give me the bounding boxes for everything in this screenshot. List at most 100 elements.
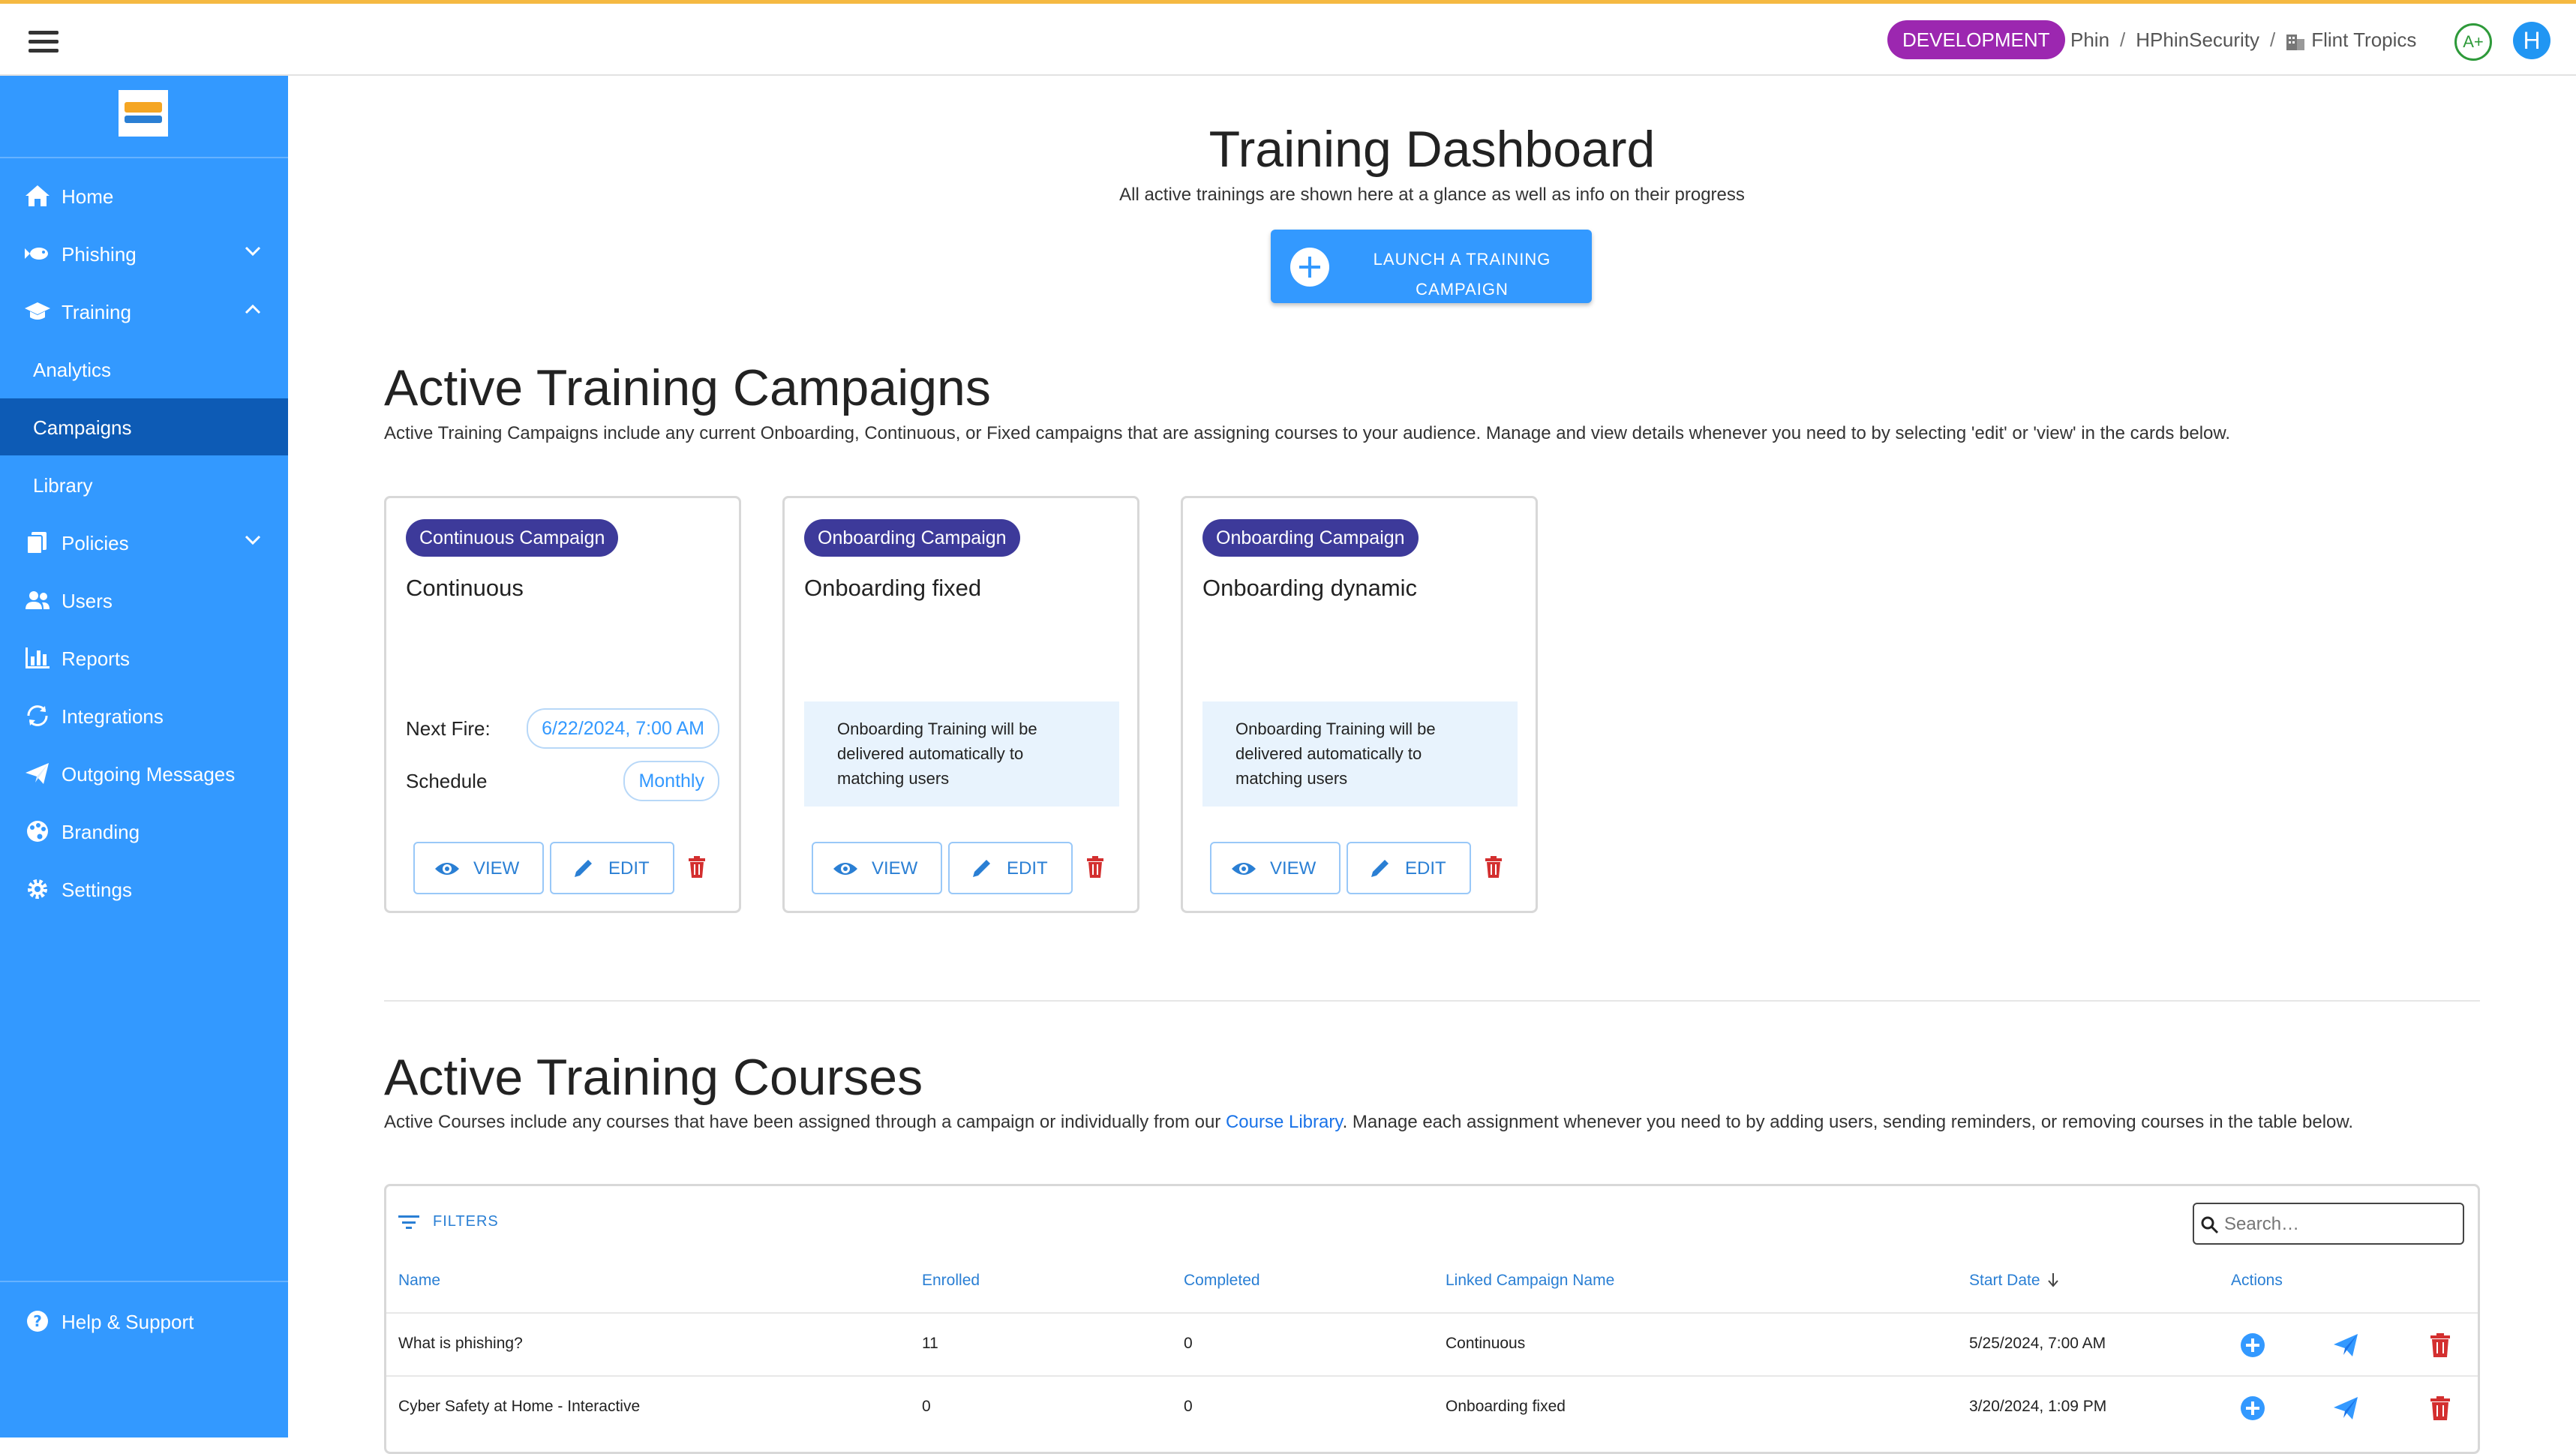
edit-button-label: EDIT: [1405, 858, 1446, 879]
course-name: Cyber Safety at Home - Interactive: [398, 1398, 641, 1415]
campaign-name: Continuous: [406, 575, 524, 601]
column-header-name[interactable]: Name: [398, 1272, 440, 1290]
sidebar: Home Phishing Training Analytics Campaig…: [0, 76, 288, 1437]
send-reminder-icon[interactable]: [2332, 1395, 2359, 1422]
search-field[interactable]: [2193, 1203, 2464, 1245]
table-row: What is phishing? 11 0 Continuous 5/25/2…: [386, 1312, 2478, 1377]
trash-icon[interactable]: [2427, 1395, 2454, 1422]
search-icon: [2201, 1216, 2219, 1234]
send-reminder-icon[interactable]: [2332, 1332, 2359, 1359]
sidebar-item-phishing[interactable]: Phishing: [0, 225, 288, 282]
next-fire-value: 6/22/2024, 7:00 AM: [527, 708, 719, 749]
campaigns-section-description: Active Training Campaigns include any cu…: [384, 423, 2231, 443]
trash-icon[interactable]: [1086, 856, 1104, 879]
next-fire-label: Next Fire:: [406, 717, 491, 740]
sidebar-item-analytics[interactable]: Analytics: [0, 341, 288, 398]
menu-icon[interactable]: [29, 31, 59, 53]
chevron-up-icon[interactable]: [245, 304, 261, 314]
schedule-label: Schedule: [406, 770, 488, 792]
sidebar-item-home[interactable]: Home: [0, 167, 288, 224]
completed-count: 0: [1184, 1398, 1193, 1415]
enrolled-count: 0: [922, 1398, 931, 1415]
column-header-actions: Actions: [2231, 1272, 2283, 1289]
start-date: 5/25/2024, 7:00 AM: [1969, 1335, 2106, 1352]
trash-icon[interactable]: [2427, 1332, 2454, 1359]
sidebar-item-users[interactable]: Users: [0, 572, 288, 629]
campaign-name: Onboarding dynamic: [1202, 575, 1418, 601]
bar-chart-icon: [26, 647, 50, 668]
course-library-link[interactable]: Course Library: [1226, 1112, 1343, 1132]
eye-icon: [435, 863, 459, 875]
sidebar-item-reports[interactable]: Reports: [0, 629, 288, 686]
courses-section-title: Active Training Courses: [384, 1049, 923, 1106]
chevron-down-icon[interactable]: [245, 246, 261, 257]
arrow-down-icon: [2047, 1273, 2058, 1287]
avatar[interactable]: H: [2513, 22, 2550, 59]
sidebar-item-branding[interactable]: Branding: [0, 803, 288, 860]
breadcrumb-separator: /: [2270, 29, 2276, 51]
column-header-start-date[interactable]: Start Date: [1969, 1272, 2060, 1290]
chevron-down-icon[interactable]: [245, 535, 261, 545]
paper-plane-icon: [26, 763, 49, 784]
view-button-label: VIEW: [872, 858, 918, 879]
add-user-icon[interactable]: [2239, 1332, 2266, 1359]
home-icon: [26, 185, 50, 206]
campaign-type-chip: Onboarding Campaign: [1202, 519, 1419, 557]
linked-campaign: Onboarding fixed: [1446, 1398, 1566, 1415]
view-button[interactable]: VIEW: [413, 842, 544, 894]
breadcrumb-item-phin[interactable]: Phin: [2070, 29, 2109, 51]
pencil-icon: [1371, 860, 1389, 877]
security-grade-badge[interactable]: A+: [2454, 23, 2492, 61]
sidebar-item-campaigns[interactable]: Campaigns: [0, 398, 288, 455]
trash-icon[interactable]: [688, 856, 706, 879]
breadcrumb-item-flint-tropics[interactable]: Flint Tropics: [2311, 29, 2416, 51]
svg-text:?: ?: [33, 1312, 42, 1330]
sidebar-item-label: Campaigns: [33, 416, 132, 439]
campaign-card: Continuous Campaign Continuous Next Fire…: [384, 496, 741, 913]
sidebar-item-label: Settings: [62, 879, 132, 901]
edit-button[interactable]: EDIT: [550, 842, 674, 894]
courses-table: FILTERS Name Enrolled Completed Linked C…: [384, 1184, 2480, 1454]
sidebar-item-label: Analytics: [33, 359, 112, 381]
breadcrumb: Phin / HPhinSecurity / Flint Tropics: [2070, 20, 2416, 59]
sidebar-item-label: Library: [33, 474, 93, 497]
enrolled-count: 11: [922, 1335, 938, 1352]
sidebar-item-library[interactable]: Library: [0, 456, 288, 513]
company-logo: [119, 90, 168, 137]
divider: [0, 157, 288, 158]
sidebar-item-policies[interactable]: Policies: [0, 514, 288, 571]
sidebar-item-label: Home: [62, 185, 114, 208]
sync-icon: [27, 705, 48, 726]
edit-button[interactable]: EDIT: [1347, 842, 1471, 894]
sidebar-item-label: Reports: [62, 647, 131, 670]
table-row: Cyber Safety at Home - Interactive 0 0 O…: [386, 1375, 2478, 1440]
section-divider: [384, 1000, 2480, 1002]
campaign-type-chip: Continuous Campaign: [406, 519, 619, 557]
breadcrumb-item-hphinsecurity[interactable]: HPhinSecurity: [2136, 29, 2259, 51]
sidebar-item-settings[interactable]: Settings: [0, 861, 288, 918]
add-user-icon[interactable]: [2239, 1395, 2266, 1422]
campaigns-section-title: Active Training Campaigns: [384, 359, 991, 416]
trash-icon[interactable]: [1485, 856, 1503, 879]
sidebar-item-help-support[interactable]: ? Help & Support: [0, 1293, 288, 1350]
sidebar-item-training[interactable]: Training: [0, 283, 288, 340]
column-header-linked-campaign[interactable]: Linked Campaign Name: [1446, 1272, 1614, 1290]
sidebar-item-label: Training: [62, 301, 131, 323]
view-button[interactable]: VIEW: [812, 842, 942, 894]
column-header-completed[interactable]: Completed: [1184, 1272, 1260, 1290]
divider: [0, 1281, 288, 1282]
filter-icon: [398, 1215, 419, 1229]
view-button[interactable]: VIEW: [1210, 842, 1341, 894]
edit-button[interactable]: EDIT: [948, 842, 1073, 894]
page-title: Training Dashboard: [1208, 121, 1656, 178]
environment-badge: DEVELOPMENT: [1887, 20, 2065, 59]
column-header-enrolled[interactable]: Enrolled: [922, 1272, 980, 1290]
campaign-name: Onboarding fixed: [804, 575, 982, 601]
sidebar-item-integrations[interactable]: Integrations: [0, 687, 288, 744]
search-input[interactable]: [2223, 1210, 2451, 1239]
edit-button-label: EDIT: [608, 858, 650, 879]
onboarding-notice: Onboarding Training will be delivered au…: [804, 701, 1119, 807]
launch-training-campaign-button[interactable]: LAUNCH A TRAINING CAMPAIGN: [1271, 230, 1592, 303]
pencil-icon: [575, 860, 592, 877]
sidebar-item-outgoing-messages[interactable]: Outgoing Messages: [0, 745, 288, 802]
